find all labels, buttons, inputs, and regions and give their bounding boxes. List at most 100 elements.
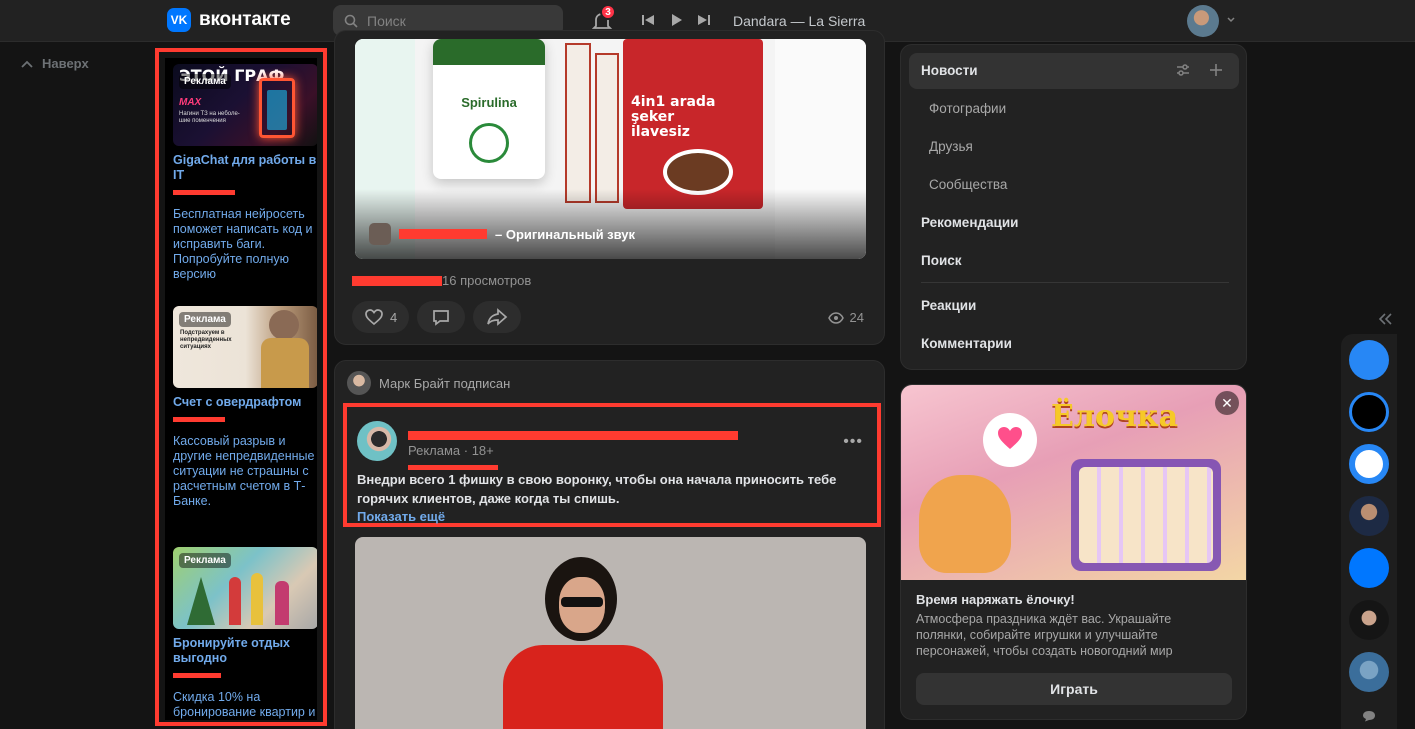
subscription-text[interactable]: Марк Брайт подписан xyxy=(379,376,510,391)
chat-avatar-3[interactable] xyxy=(1349,652,1389,692)
share-icon xyxy=(487,308,508,326)
audio-player-controls xyxy=(640,12,712,28)
ad-description[interactable]: Кассовый разрыв и другие непредвиденные … xyxy=(173,434,317,509)
search-icon xyxy=(344,14,358,28)
menu-item-photos[interactable]: Фотографии xyxy=(929,101,1006,116)
vk-logo[interactable]: VK вконтакте xyxy=(167,8,291,32)
game-description: Атмосфера праздника ждёт вас. Украшайте … xyxy=(916,612,1173,658)
scroll-to-top-link[interactable]: Наверх xyxy=(20,56,89,71)
eye-icon xyxy=(827,311,844,324)
menu-item-recommendations[interactable]: Рекомендации xyxy=(921,215,1018,230)
author-avatar[interactable] xyxy=(357,421,397,461)
app-icon-2[interactable] xyxy=(1349,392,1389,432)
more-options-icon[interactable]: ••• xyxy=(843,433,863,451)
comment-icon xyxy=(433,310,450,326)
ad-tbank[interactable]: Реклама Подстрахуем в непредвиденных сит… xyxy=(173,306,317,509)
ad-description[interactable]: Скидка 10% на бронирование квартир и дом… xyxy=(173,690,317,720)
apps-rail xyxy=(1341,334,1397,729)
view-count: 24 xyxy=(849,310,864,325)
menu-item-reactions[interactable]: Реакции xyxy=(921,298,976,313)
like-button[interactable]: 4 xyxy=(352,301,410,333)
chevron-down-icon[interactable] xyxy=(1226,15,1236,25)
ad-booking[interactable]: Реклама Бронируйте отдых выгодно Скидка … xyxy=(173,547,317,720)
app-icon-3[interactable] xyxy=(1349,444,1389,484)
audio-caption[interactable]: – Оригинальный звук xyxy=(495,227,635,242)
menu-item-friends[interactable]: Друзья xyxy=(929,139,973,154)
post-actions: 4 xyxy=(352,301,522,333)
redacted-bar xyxy=(173,417,225,422)
ad-image[interactable]: ЭТОЙ ГРАФ MAX Нагини ТЗ на неболе- шие п… xyxy=(173,64,317,146)
play-icon[interactable] xyxy=(668,12,684,28)
menu-item-communities[interactable]: Сообщества xyxy=(929,177,1007,192)
ad-image[interactable]: Реклама Подстрахуем в непредвиденных сит… xyxy=(173,306,317,388)
current-track[interactable]: Dandara — La Sierra xyxy=(733,13,865,29)
scroll-to-top-label: Наверх xyxy=(42,56,89,71)
ad-title[interactable]: Счет с овердрафтом xyxy=(173,395,317,410)
ad-description[interactable]: Бесплатная нейросеть поможет написать ко… xyxy=(173,207,317,282)
redacted-bar xyxy=(408,431,738,440)
product-box: 4in1 arada şeker ilavesiz xyxy=(623,39,763,209)
post-meta: Реклама · 18+ xyxy=(408,443,494,458)
play-button[interactable]: Играть xyxy=(916,673,1232,705)
chat-avatar-2[interactable] xyxy=(1349,600,1389,640)
vk-app-icon[interactable] xyxy=(1349,548,1389,588)
redacted-bar xyxy=(352,275,442,286)
views-line: 16 просмотров xyxy=(352,273,531,288)
show-more-link[interactable]: Показать ещё xyxy=(357,509,445,524)
logo-text: вконтакте xyxy=(199,9,291,30)
ad-label: Реклама xyxy=(179,74,231,89)
game-logo: Ёлочка xyxy=(1051,399,1179,434)
menu-item-comments[interactable]: Комментарии xyxy=(921,336,1012,351)
view-counter: 24 xyxy=(827,310,864,325)
redacted-bar xyxy=(173,190,235,195)
video-player[interactable]: Spirulina 4in1 arada şeker ilavesiz – Ор… xyxy=(355,39,866,259)
user-avatar[interactable] xyxy=(1187,5,1219,37)
close-icon[interactable]: ✕ xyxy=(1215,391,1239,415)
app-icon-1[interactable] xyxy=(1349,340,1389,380)
vk-logo-icon: VK xyxy=(167,8,191,32)
ad-title[interactable]: GigaChat для работы в IT xyxy=(173,153,317,183)
game-banner[interactable]: Ёлочка xyxy=(901,385,1246,580)
product-label: Spirulina xyxy=(461,95,517,110)
author-avatar[interactable] xyxy=(369,223,391,245)
comment-button[interactable] xyxy=(417,301,466,333)
ad-label: Реклама xyxy=(179,553,231,568)
next-track-icon[interactable] xyxy=(696,12,712,28)
ad-label: Реклама xyxy=(179,312,231,327)
ad-title[interactable]: Бронируйте отдых выгодно xyxy=(173,636,317,666)
share-button[interactable] xyxy=(473,301,522,333)
sponsored-post: Марк Брайт подписан Реклама · 18+ ••• Вн… xyxy=(334,360,885,729)
post-photo[interactable] xyxy=(355,537,866,729)
ad-gigachat[interactable]: ЭТОЙ ГРАФ MAX Нагини ТЗ на неболе- шие п… xyxy=(173,64,317,282)
plus-icon[interactable] xyxy=(1208,62,1224,78)
post-text: Внедри всего 1 фишку в свою воронку, что… xyxy=(357,472,837,506)
subscription-line: Марк Брайт подписан xyxy=(347,371,510,395)
filter-icon[interactable] xyxy=(1175,62,1191,78)
like-count: 4 xyxy=(390,309,398,325)
menu-item-news[interactable]: Новости xyxy=(921,63,978,78)
heart-icon xyxy=(365,309,383,326)
video-post: Spirulina 4in1 arada şeker ilavesiz – Ор… xyxy=(334,30,885,345)
chat-avatar-1[interactable] xyxy=(1349,496,1389,536)
views-text: 16 просмотров xyxy=(442,273,532,288)
product-jar: Spirulina xyxy=(433,39,545,179)
search-input[interactable] xyxy=(367,12,547,29)
messages-icon[interactable] xyxy=(1362,710,1376,722)
game-title: Время наряжать ёлочку! xyxy=(916,592,1075,607)
previous-track-icon[interactable] xyxy=(640,12,656,28)
ads-column: ЭТОЙ ГРАФ MAX Нагини ТЗ на неболе- шие п… xyxy=(165,58,317,720)
ad-image-note: Нагини ТЗ на неболе- шие поменчения xyxy=(179,111,240,124)
notifications-badge: 3 xyxy=(600,4,616,20)
post-header-highlight: Реклама · 18+ ••• Внедри всего 1 фишку в… xyxy=(343,403,881,527)
ad-image-note: Подстрахуем в непредвиденных ситуациях xyxy=(180,330,232,350)
menu-item-search[interactable]: Поиск xyxy=(921,253,962,268)
collapse-panel-icon[interactable] xyxy=(1377,312,1393,326)
game-promo: Ёлочка ✕ Время наряжать ёлочку! Атмосфер… xyxy=(900,384,1247,720)
friend-avatar[interactable] xyxy=(347,371,371,395)
ads-column-highlight: ЭТОЙ ГРАФ MAX Нагини ТЗ на неболе- шие п… xyxy=(155,48,327,726)
product-box-label: 4in1 arada şeker ilavesiz xyxy=(631,94,716,140)
menu-divider xyxy=(921,282,1229,283)
ad-image[interactable]: Реклама xyxy=(173,547,317,629)
redacted-bar xyxy=(173,673,221,678)
news-menu: Новости Фотографии Друзья Сообщества Рек… xyxy=(900,44,1247,370)
